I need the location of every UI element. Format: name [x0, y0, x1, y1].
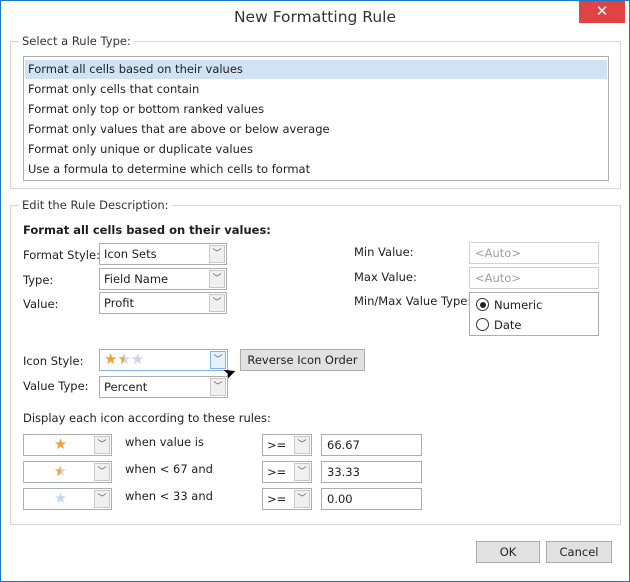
- rule-operator-combo[interactable]: >= ﹀: [262, 488, 312, 510]
- dialog-title: New Formatting Rule: [233, 8, 397, 26]
- operator-value: >=: [267, 492, 287, 506]
- chevron-down-icon[interactable]: ﹀: [94, 463, 110, 481]
- rule-type-list[interactable]: Format all cells based on their values F…: [23, 56, 609, 181]
- star-full-icon: ★: [104, 350, 118, 368]
- rule-operator-combo[interactable]: >= ﹀: [262, 434, 312, 456]
- chevron-down-icon[interactable]: ﹀: [294, 463, 310, 481]
- radio-date[interactable]: Date: [476, 318, 522, 332]
- rule-type-legend: Select a Rule Type:: [19, 34, 134, 48]
- rule-type-item[interactable]: Format only values that are above or bel…: [25, 120, 607, 139]
- value-value: Profit: [104, 296, 134, 310]
- dialog-window: New Formatting Rule ✕ Select a Rule Type…: [0, 0, 630, 582]
- operator-value: >=: [267, 438, 287, 452]
- min-value-input[interactable]: <Auto>: [469, 242, 599, 264]
- rule-description-legend: Edit the Rule Description:: [19, 198, 172, 212]
- value-label: Value:: [23, 297, 59, 311]
- chevron-down-icon[interactable]: ﹀: [294, 436, 310, 454]
- rule-operator-combo[interactable]: >= ﹀: [262, 461, 312, 483]
- rule-type-item[interactable]: Format only top or bottom ranked values: [25, 100, 607, 119]
- chevron-down-icon[interactable]: ﹀: [209, 270, 225, 288]
- icon-style-label: Icon Style:: [23, 354, 84, 368]
- rule-type-item[interactable]: Use a formula to determine which cells t…: [25, 160, 607, 179]
- chevron-down-icon[interactable]: ﹀: [209, 294, 225, 312]
- description-heading: Format all cells based on their values:: [23, 223, 271, 237]
- chevron-down-icon[interactable]: ﹀: [294, 490, 310, 508]
- rule-value-input[interactable]: 0.00: [321, 488, 422, 510]
- chevron-down-icon[interactable]: ﹀: [94, 436, 110, 454]
- star-empty-icon: ★: [130, 350, 145, 368]
- close-icon: ✕: [595, 2, 609, 20]
- rule-type-item[interactable]: Format only cells that contain: [25, 80, 607, 99]
- cancel-button[interactable]: Cancel: [546, 541, 612, 563]
- max-value-input[interactable]: <Auto>: [469, 267, 599, 289]
- star-half-icon: ★: [53, 462, 68, 480]
- chevron-down-icon[interactable]: ﹀: [94, 490, 110, 508]
- rule-value-input[interactable]: 33.33: [321, 461, 422, 483]
- radio-label: Date: [494, 318, 522, 332]
- minmax-type-box: Numeric Date: [469, 292, 599, 336]
- type-label: Type:: [23, 273, 54, 287]
- minmax-type-label: Min/Max Value Type:: [354, 294, 472, 308]
- format-style-combo[interactable]: Icon Sets ﹀: [99, 243, 227, 265]
- rule-icon-combo[interactable]: ★ ﹀: [23, 488, 112, 510]
- format-style-value: Icon Sets: [104, 247, 157, 261]
- chevron-down-icon[interactable]: ﹀: [210, 378, 226, 396]
- rule-type-item[interactable]: Format only unique or duplicate values: [25, 140, 607, 159]
- radio-label: Numeric: [494, 298, 543, 312]
- value-type-combo[interactable]: Percent ﹀: [99, 376, 228, 398]
- display-rules-label: Display each icon according to these rul…: [23, 411, 271, 425]
- operator-value: >=: [267, 465, 287, 479]
- radio-unchecked-icon: [476, 318, 489, 331]
- rule-value-input[interactable]: 66.67: [321, 434, 422, 456]
- rule-icon-combo[interactable]: ★ ﹀: [23, 461, 112, 483]
- type-combo[interactable]: Field Name ﹀: [99, 268, 227, 290]
- value-combo[interactable]: Profit ﹀: [99, 292, 227, 314]
- close-button[interactable]: ✕: [579, 1, 625, 23]
- min-value-label: Min Value:: [354, 245, 414, 259]
- rule-condition-text: when value is: [125, 435, 204, 449]
- star-half-icon: ★: [117, 350, 131, 368]
- ok-button[interactable]: OK: [476, 541, 540, 563]
- type-value: Field Name: [104, 272, 169, 286]
- rule-icon-combo[interactable]: ★ ﹀: [23, 434, 112, 456]
- rule-condition-text: when < 33 and: [125, 489, 213, 503]
- radio-checked-icon: [476, 298, 489, 311]
- reverse-icon-order-button[interactable]: Reverse Icon Order: [240, 349, 365, 371]
- radio-numeric[interactable]: Numeric: [476, 298, 542, 312]
- star-empty-icon: ★: [53, 489, 68, 507]
- max-value-label: Max Value:: [354, 270, 417, 284]
- value-type-value: Percent: [104, 380, 148, 394]
- star-full-icon: ★: [53, 435, 68, 453]
- format-style-label: Format Style:: [23, 248, 100, 262]
- rule-type-item[interactable]: Format all cells based on their values: [25, 60, 607, 79]
- icon-style-combo[interactable]: ★★★ ﹀: [99, 349, 228, 371]
- chevron-down-icon[interactable]: ﹀: [209, 245, 225, 263]
- value-type-label: Value Type:: [23, 379, 89, 393]
- rule-condition-text: when < 67 and: [125, 462, 213, 476]
